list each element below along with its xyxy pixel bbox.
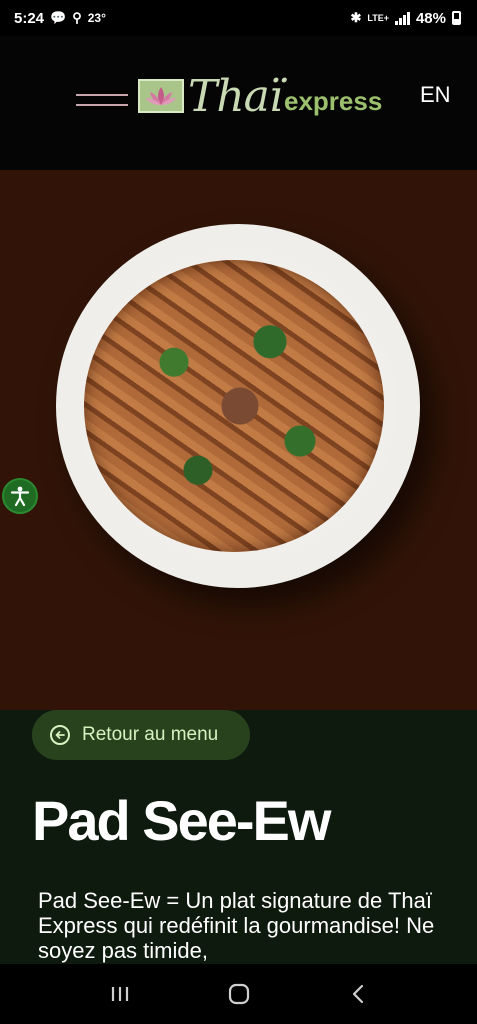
back-icon[interactable] bbox=[338, 979, 378, 1009]
messenger-icon: 💬 bbox=[50, 10, 67, 25]
pad-see-ew-noodles bbox=[84, 260, 384, 552]
battery-icon bbox=[452, 11, 461, 25]
back-to-menu-button[interactable]: Retour au menu bbox=[32, 710, 250, 760]
accessibility-icon[interactable] bbox=[2, 478, 38, 514]
back-to-menu-label: Retour au menu bbox=[82, 724, 219, 745]
site-header: Thaï express EN bbox=[0, 36, 477, 170]
status-bar: 5:24 💬 ⚲ 23° ✱ LTE+ 48% bbox=[0, 0, 477, 36]
signal-icon bbox=[394, 11, 410, 25]
status-time: 5:24 bbox=[14, 9, 45, 27]
dish-title: Pad See-Ew bbox=[32, 789, 331, 852]
status-network: LTE+ bbox=[367, 13, 389, 23]
bluetooth-icon: ✱ bbox=[350, 10, 362, 25]
status-temperature: 23° bbox=[87, 11, 106, 25]
dish-description: Pad See-Ew = Un plat signature de Thaï E… bbox=[38, 888, 435, 963]
dish-hero-image bbox=[0, 170, 477, 710]
android-nav-bar bbox=[0, 964, 477, 1024]
thai-express-logo[interactable]: Thaï express bbox=[138, 70, 383, 122]
lotus-icon bbox=[138, 79, 184, 113]
logo-express-text: express bbox=[284, 85, 383, 116]
hamburger-icon[interactable] bbox=[76, 92, 128, 110]
antenna-icon: ⚲ bbox=[72, 10, 82, 25]
language-toggle[interactable]: EN bbox=[420, 82, 451, 108]
arrow-left-circle-icon bbox=[50, 725, 70, 745]
home-icon[interactable] bbox=[219, 979, 259, 1009]
recent-apps-icon[interactable] bbox=[100, 979, 140, 1009]
status-left: 5:24 💬 ⚲ 23° bbox=[14, 10, 106, 27]
dish-details: Retour au menu Pad See-Ew Pad See-Ew = U… bbox=[0, 710, 477, 964]
status-right: ✱ LTE+ 48% bbox=[350, 10, 461, 27]
logo-thai-text: Thaï bbox=[188, 70, 283, 122]
status-battery: 48% bbox=[415, 9, 446, 27]
